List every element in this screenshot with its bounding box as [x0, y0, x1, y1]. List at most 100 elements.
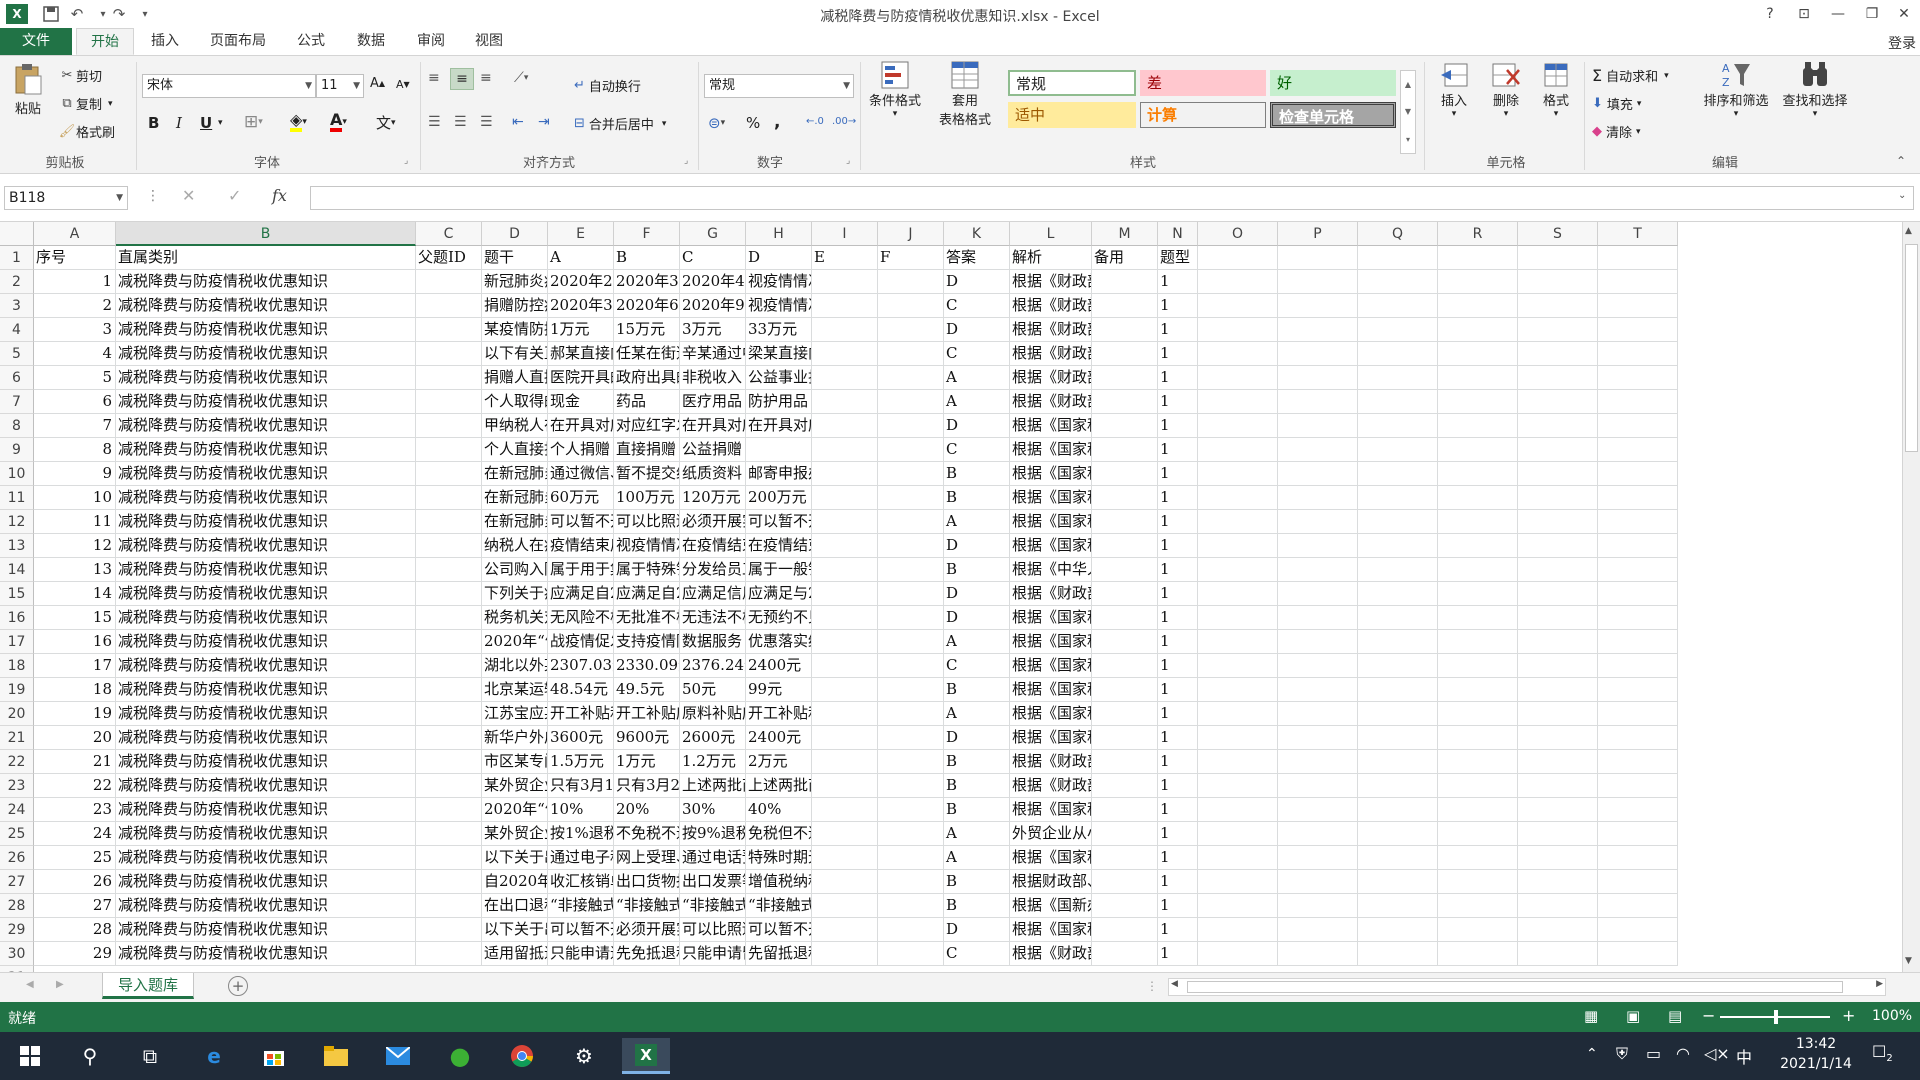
table-cell[interactable]: [812, 510, 878, 534]
table-cell[interactable]: 2: [34, 294, 116, 318]
table-cell[interactable]: B: [944, 894, 1010, 918]
table-cell[interactable]: 1: [1158, 678, 1198, 702]
table-cell[interactable]: [1598, 270, 1678, 294]
table-cell[interactable]: [1278, 846, 1358, 870]
column-header-k[interactable]: K: [944, 222, 1010, 246]
table-cell[interactable]: 疫情结束后: [548, 534, 614, 558]
row-header[interactable]: 17: [0, 630, 34, 654]
table-cell[interactable]: [1092, 318, 1158, 342]
row-header[interactable]: 8: [0, 414, 34, 438]
table-cell[interactable]: [1278, 342, 1358, 366]
table-cell[interactable]: [1438, 558, 1518, 582]
table-cell[interactable]: 根据《国家税务总局: [1010, 462, 1092, 486]
zoom-out-icon[interactable]: −: [1702, 1006, 1715, 1025]
table-cell[interactable]: [812, 390, 878, 414]
header-cell[interactable]: 父题ID: [416, 246, 482, 270]
table-cell[interactable]: [416, 774, 482, 798]
style-neutral[interactable]: 适中: [1008, 102, 1136, 128]
table-cell[interactable]: 根据《国新办举行减: [1010, 894, 1092, 918]
row-header[interactable]: 22: [0, 750, 34, 774]
table-cell[interactable]: [878, 510, 944, 534]
insert-function-icon[interactable]: fx: [272, 186, 287, 205]
table-cell[interactable]: [1092, 822, 1158, 846]
table-cell[interactable]: 减税降费与防疫情税收优惠知识: [116, 774, 416, 798]
table-cell[interactable]: 15: [34, 606, 116, 630]
column-header-l[interactable]: L: [1010, 222, 1092, 246]
table-cell[interactable]: 1: [1158, 942, 1198, 966]
table-cell[interactable]: [812, 606, 878, 630]
table-cell[interactable]: [1092, 558, 1158, 582]
table-cell[interactable]: [1198, 870, 1278, 894]
file-explorer-icon[interactable]: [312, 1038, 360, 1074]
table-cell[interactable]: 减税降费与防疫情税收优惠知识: [116, 726, 416, 750]
table-cell[interactable]: 减税降费与防疫情税收优惠知识: [116, 414, 416, 438]
table-cell[interactable]: 20%: [614, 798, 680, 822]
settings-gear-icon[interactable]: ⚙: [560, 1038, 608, 1074]
table-cell[interactable]: [878, 894, 944, 918]
table-cell[interactable]: [1598, 486, 1678, 510]
table-cell[interactable]: 减税降费与防疫情税收优惠知识: [116, 390, 416, 414]
table-cell[interactable]: 根据《财政部、国家: [1010, 750, 1092, 774]
table-cell[interactable]: 减税降费与防疫情税收优惠知识: [116, 750, 416, 774]
table-cell[interactable]: [1358, 894, 1438, 918]
table-cell[interactable]: 药品: [614, 390, 680, 414]
table-cell[interactable]: [812, 630, 878, 654]
table-cell[interactable]: 1: [1158, 486, 1198, 510]
task-view-icon[interactable]: ⧉: [126, 1038, 174, 1074]
table-cell[interactable]: [1198, 366, 1278, 390]
cut-button[interactable]: ✂ 剪切: [58, 66, 102, 85]
table-cell[interactable]: [1598, 462, 1678, 486]
table-cell[interactable]: [416, 750, 482, 774]
table-cell[interactable]: 1: [1158, 894, 1198, 918]
table-cell[interactable]: 1: [1158, 462, 1198, 486]
align-top-icon[interactable]: ≡: [428, 70, 440, 86]
table-cell[interactable]: [416, 678, 482, 702]
table-cell[interactable]: D: [944, 918, 1010, 942]
table-cell[interactable]: 开工补贴和原料补贴均需缴纳增: [746, 702, 812, 726]
table-cell[interactable]: 新冠肺炎疫: [482, 270, 548, 294]
table-cell[interactable]: [1092, 702, 1158, 726]
horizontal-scroll-thumb[interactable]: [1187, 981, 1843, 993]
table-cell[interactable]: [1438, 942, 1518, 966]
table-cell[interactable]: [1598, 846, 1678, 870]
table-cell[interactable]: [1198, 678, 1278, 702]
table-cell[interactable]: 适用留抵退: [482, 942, 548, 966]
table-cell[interactable]: 30%: [680, 798, 746, 822]
table-cell[interactable]: [1438, 270, 1518, 294]
table-cell[interactable]: 市区某专门: [482, 750, 548, 774]
table-cell[interactable]: 纸质资料: [680, 462, 746, 486]
table-cell[interactable]: [1438, 894, 1518, 918]
table-cell[interactable]: 19: [34, 702, 116, 726]
table-cell[interactable]: 在新冠肺炎: [482, 486, 548, 510]
table-cell[interactable]: 对应红字发: [614, 414, 680, 438]
table-cell[interactable]: 1万元: [548, 318, 614, 342]
table-cell[interactable]: [878, 534, 944, 558]
table-cell[interactable]: [878, 630, 944, 654]
table-cell[interactable]: 通过电话预: [680, 846, 746, 870]
table-cell[interactable]: 2万元: [746, 750, 812, 774]
table-cell[interactable]: 某外贸企业: [482, 822, 548, 846]
table-cell[interactable]: [1358, 702, 1438, 726]
table-cell[interactable]: 1: [1158, 438, 1198, 462]
table-cell[interactable]: 1: [1158, 606, 1198, 630]
table-cell[interactable]: [1438, 798, 1518, 822]
table-cell[interactable]: 某疫情防控: [482, 318, 548, 342]
table-cell[interactable]: [1438, 342, 1518, 366]
table-cell[interactable]: 在出口退税: [482, 894, 548, 918]
table-cell[interactable]: 28: [34, 918, 116, 942]
table-cell[interactable]: 1: [1158, 582, 1198, 606]
table-cell[interactable]: [1598, 822, 1678, 846]
row-header[interactable]: 6: [0, 366, 34, 390]
table-cell[interactable]: 上述两批商: [680, 774, 746, 798]
table-cell[interactable]: [878, 366, 944, 390]
table-cell[interactable]: [1278, 726, 1358, 750]
table-cell[interactable]: 2330.09元: [614, 654, 680, 678]
table-cell[interactable]: [1358, 630, 1438, 654]
header-cell[interactable]: C: [680, 246, 746, 270]
tab-home[interactable]: 开始: [76, 28, 134, 55]
table-cell[interactable]: 1: [1158, 918, 1198, 942]
table-cell[interactable]: [1358, 582, 1438, 606]
table-cell[interactable]: [1278, 894, 1358, 918]
table-cell[interactable]: 减税降费与防疫情税收优惠知识: [116, 702, 416, 726]
table-cell[interactable]: 根据《国家税务总局: [1010, 510, 1092, 534]
